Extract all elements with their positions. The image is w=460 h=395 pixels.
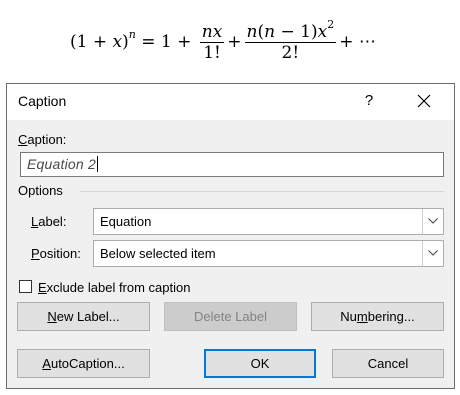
delete-label-button[interactable]: Delete Label	[164, 302, 297, 331]
document-area: (1 + x)n = 1 + nx 1! + n(n − 1)x2 2! + ⋯	[0, 0, 460, 80]
chevron-down-icon	[428, 218, 438, 224]
help-button[interactable]: ?	[356, 88, 382, 114]
caption-input-value: Equation 2	[27, 156, 96, 172]
cancel-button[interactable]: Cancel	[332, 349, 444, 378]
exclude-label-checkbox[interactable]	[19, 280, 32, 293]
label-field-label: Label:	[31, 214, 67, 229]
label-dropdown-arrow[interactable]	[422, 209, 443, 234]
text-caret	[96, 156, 98, 172]
dialog-title: Caption	[18, 93, 67, 109]
caption-label: Caption:	[18, 132, 67, 147]
position-dropdown-arrow[interactable]	[422, 241, 443, 266]
equation-lhs: (1 + x)n	[70, 28, 136, 52]
equation: (1 + x)n = 1 + nx 1! + n(n − 1)x2 2! + ⋯	[70, 14, 376, 70]
position-select-value: Below selected item	[100, 246, 216, 261]
dialog-titlebar[interactable]: Caption ?	[7, 84, 454, 120]
position-field-label: Position:	[31, 246, 81, 261]
numbering-button[interactable]: Numbering...	[311, 302, 444, 331]
new-label-button[interactable]: New Label...	[17, 302, 150, 331]
position-select[interactable]: Below selected item	[93, 240, 444, 267]
caption-dialog: Caption ? Caption: Equation 2 Options La…	[6, 83, 455, 389]
options-divider	[80, 191, 444, 192]
caption-input[interactable]: Equation 2	[20, 152, 444, 177]
exclude-label-text[interactable]: Exclude label from caption	[38, 280, 190, 295]
equation-equals: = 1 +	[135, 32, 197, 52]
options-heading: Options	[18, 183, 63, 198]
label-select[interactable]: Equation	[93, 208, 444, 235]
chevron-down-icon	[428, 250, 438, 256]
equation-plus: +	[227, 32, 242, 52]
ok-button[interactable]: OK	[204, 349, 316, 378]
label-select-value: Equation	[100, 214, 152, 229]
autocaption-button[interactable]: AutoCaption...	[17, 349, 150, 378]
fraction-term-2: n(n − 1)x2 2!	[244, 17, 337, 63]
close-button[interactable]	[407, 88, 441, 114]
fraction-term-1: nx 1!	[199, 21, 225, 63]
close-icon	[417, 94, 431, 108]
equation-tail: + ⋯	[339, 32, 376, 52]
